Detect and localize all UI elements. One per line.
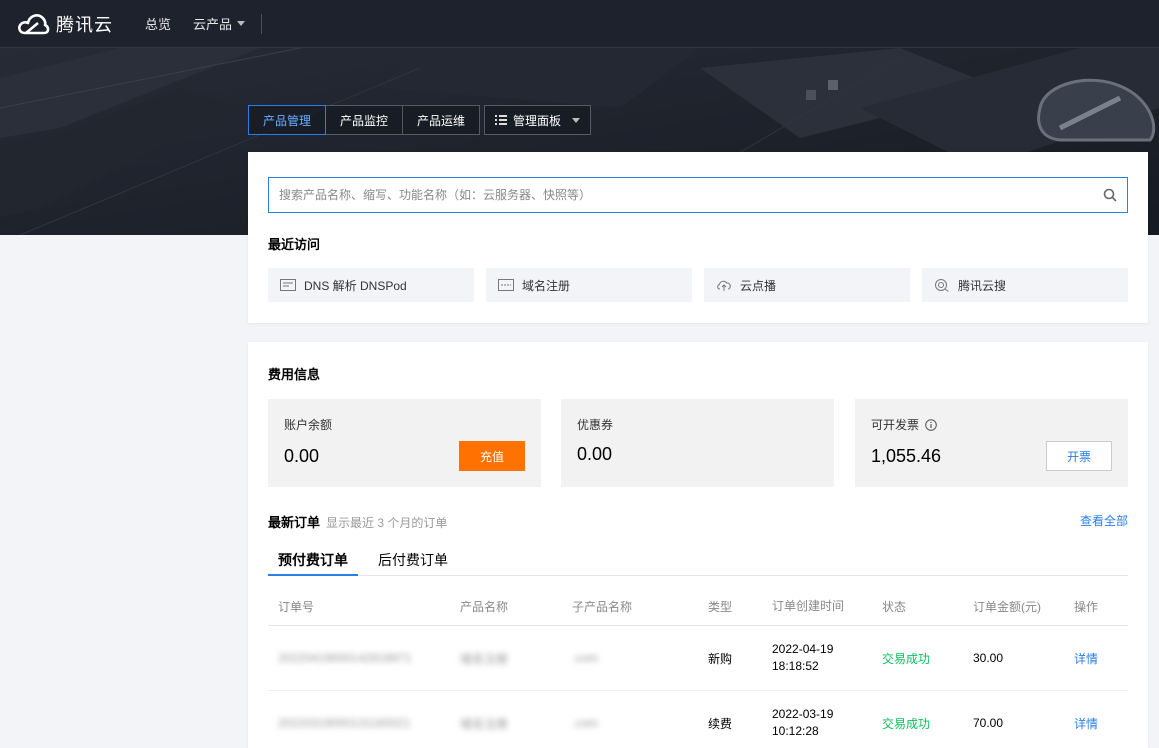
top-nav: 腾讯云 总览 云产品 <box>0 0 1159 48</box>
invoice-label: 可开发票 <box>871 418 920 432</box>
tencent-cloud-logo-icon <box>18 13 50 34</box>
recent-item-label: DNS 解析 DNSPod <box>304 278 407 293</box>
recharge-button[interactable]: 充值 <box>459 441 525 471</box>
order-time: 18:18:52 <box>772 659 819 673</box>
recent-item-label: 腾讯云搜 <box>958 278 1007 293</box>
search-card: 最近访问 DNS 解析 DNSPod 域名注册 云点播 腾讯云搜 <box>248 152 1148 323</box>
col-order-no: 订单号 <box>278 600 315 614</box>
order-detail-link[interactable]: 详情 <box>1064 715 1128 732</box>
invoice-label-row: 可开发票 <box>871 416 937 433</box>
col-created-time: 订单创建时间 <box>772 599 845 613</box>
tab-product-monitoring[interactable]: 产品监控 <box>326 105 404 135</box>
order-type: 新购 <box>708 651 733 666</box>
orders-header: 最新订单 显示最近 3 个月的订单 <box>268 512 447 531</box>
recent-item-domain[interactable]: 域名注册 <box>486 268 692 302</box>
search-box <box>268 177 1128 213</box>
recent-visits-list: DNS 解析 DNSPod 域名注册 云点播 腾讯云搜 <box>268 268 1128 302</box>
order-date: 2022-03-19 <box>772 707 834 721</box>
orders-table: 订单号 产品名称 子产品名称 类型 订单创建时间 状态 订单金额(元) 操作 2… <box>268 588 1128 748</box>
search-cloud-icon <box>935 279 949 292</box>
balance-label: 账户余额 <box>284 418 333 432</box>
table-header: 订单号 产品名称 子产品名称 类型 订单创建时间 状态 订单金额(元) 操作 <box>268 588 1128 626</box>
domain-icon <box>498 279 514 291</box>
sub-product-name: .com <box>572 651 599 665</box>
dns-icon <box>280 279 296 291</box>
coupon-panel: 优惠券 0.00 <box>561 399 834 487</box>
order-tabs: 预付费订单 后付费订单 <box>268 542 1128 576</box>
recent-item-vod[interactable]: 云点播 <box>704 268 910 302</box>
recent-item-label: 云点播 <box>740 278 777 293</box>
order-time: 10:12:28 <box>772 724 819 738</box>
search-icon[interactable] <box>1093 188 1127 202</box>
orders-subtitle: 显示最近 3 个月的订单 <box>326 516 448 530</box>
recent-item-label: 域名注册 <box>522 278 571 293</box>
recent-visits-title: 最近访问 <box>268 237 321 252</box>
coupon-value: 0.00 <box>577 444 613 464</box>
chevron-down-icon <box>237 21 246 26</box>
nav-overview[interactable]: 总览 <box>145 14 171 33</box>
order-created-time: 2022-03-19 10:12:28 <box>762 706 872 740</box>
tab-prepaid-orders[interactable]: 预付费订单 <box>268 542 358 576</box>
product-tabs: 产品管理 产品监控 产品运维 <box>248 105 481 135</box>
product-name: 域名注册 <box>460 716 509 731</box>
order-amount: 30.00 <box>973 651 1004 665</box>
nav-products-label: 云产品 <box>193 17 233 32</box>
recent-item-dns[interactable]: DNS 解析 DNSPod <box>268 268 474 302</box>
product-name: 域名注册 <box>460 651 509 666</box>
list-icon <box>495 115 507 125</box>
billing-card: 费用信息 账户余额 0.00 充值 优惠券 0.00 可开发票 1,055.46… <box>248 342 1148 748</box>
management-panel-button[interactable]: 管理面板 <box>484 105 592 135</box>
table-row: 20220319000131160021 域名注册 .com 续费 2022-0… <box>268 691 1128 748</box>
view-all-link[interactable]: 查看全部 <box>1080 512 1128 529</box>
order-detail-link[interactable]: 详情 <box>1064 650 1128 667</box>
order-created-time: 2022-04-19 18:18:52 <box>762 641 872 675</box>
order-date: 2022-04-19 <box>772 642 834 656</box>
invoice-panel: 可开发票 1,055.46 开票 <box>855 399 1128 487</box>
brand-logo[interactable]: 腾讯云 <box>16 11 113 37</box>
order-number: 20220419000142818971 <box>278 651 412 665</box>
tab-postpaid-orders[interactable]: 后付费订单 <box>368 542 458 576</box>
tab-product-ops[interactable]: 产品运维 <box>403 105 481 135</box>
coupon-label: 优惠券 <box>577 418 614 432</box>
brand-name: 腾讯云 <box>56 14 113 35</box>
billing-title: 费用信息 <box>268 367 321 382</box>
info-icon[interactable] <box>925 418 937 431</box>
tab-product-management[interactable]: 产品管理 <box>248 105 327 135</box>
invoice-value: 1,055.46 <box>871 446 942 466</box>
recent-item-search[interactable]: 腾讯云搜 <box>922 268 1128 302</box>
issue-invoice-button[interactable]: 开票 <box>1046 441 1112 471</box>
sub-product-name: .com <box>572 716 599 730</box>
col-status: 状态 <box>882 600 907 614</box>
chevron-down-icon <box>572 117 581 123</box>
nav-divider <box>261 13 263 34</box>
nav-products[interactable]: 云产品 <box>193 14 246 33</box>
table-row: 20220419000142818971 域名注册 .com 新购 2022-0… <box>268 626 1128 691</box>
col-amount: 订单金额(元) <box>973 600 1041 614</box>
cloud-upload-icon <box>717 280 731 291</box>
order-amount: 70.00 <box>973 716 1004 730</box>
search-input[interactable] <box>269 178 1093 212</box>
balance-value: 0.00 <box>284 446 320 466</box>
order-status: 交易成功 <box>882 651 931 666</box>
management-panel-label: 管理面板 <box>513 113 562 128</box>
balance-panel: 账户余额 0.00 充值 <box>268 399 541 487</box>
col-action: 操作 <box>1074 600 1099 614</box>
order-type: 续费 <box>708 716 733 731</box>
orders-title: 最新订单 <box>268 515 321 530</box>
col-type: 类型 <box>708 600 733 614</box>
order-number: 20220319000131160021 <box>278 716 411 730</box>
col-sub-product: 子产品名称 <box>572 600 633 614</box>
col-product: 产品名称 <box>460 600 509 614</box>
order-status: 交易成功 <box>882 716 931 731</box>
